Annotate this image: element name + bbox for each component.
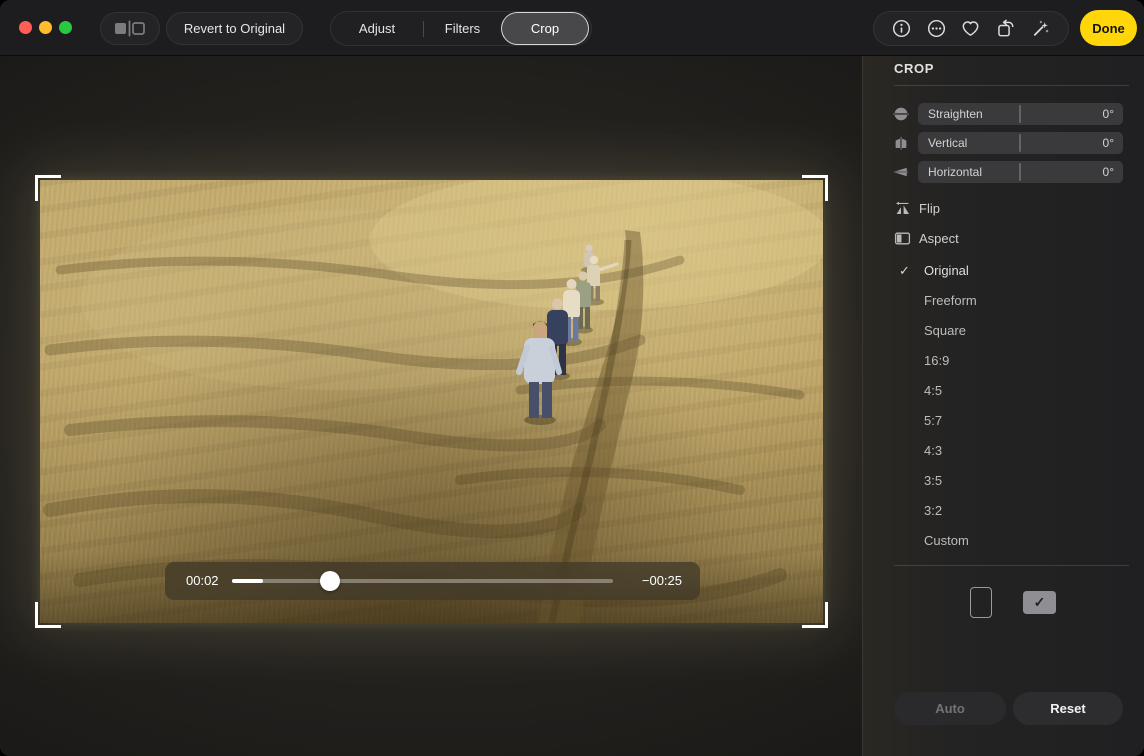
aspect-option-label: 5:7 bbox=[924, 413, 942, 428]
toolbar bbox=[873, 11, 1069, 46]
crop-handle-top-right[interactable] bbox=[802, 175, 828, 201]
aspect-option-label: 16:9 bbox=[924, 353, 949, 368]
crop-handle-bottom-left[interactable] bbox=[35, 602, 61, 628]
orientation-landscape-button[interactable]: ✓ bbox=[1023, 591, 1056, 614]
crop-handle-bottom-right[interactable] bbox=[802, 602, 828, 628]
done-button[interactable]: Done bbox=[1080, 10, 1137, 46]
video-scrubber: 00:02 −00:25 bbox=[165, 562, 700, 600]
scrubber-knob[interactable] bbox=[320, 571, 340, 591]
vertical-slider[interactable]: Vertical 0° bbox=[918, 132, 1123, 154]
straighten-row: Straighten 0° bbox=[863, 103, 1144, 125]
aspect-option-square[interactable]: Square bbox=[863, 321, 1144, 341]
favorite-heart-button[interactable] bbox=[960, 18, 982, 40]
aspect-option-label: Freeform bbox=[924, 293, 977, 308]
close-window-button[interactable] bbox=[19, 21, 32, 34]
edit-mode-segmented-control: Adjust Filters Crop bbox=[330, 11, 592, 46]
tab-adjust[interactable]: Adjust bbox=[331, 12, 423, 45]
aspect-option-5-7[interactable]: 5:7 bbox=[863, 411, 1144, 431]
aspect-option-label: 3:5 bbox=[924, 473, 942, 488]
horizontal-value: 0° bbox=[1103, 165, 1114, 179]
crop-panel-title: CROP bbox=[894, 61, 934, 76]
more-options-button[interactable] bbox=[925, 18, 947, 40]
scrubber-track[interactable] bbox=[232, 579, 613, 583]
aspect-icon bbox=[894, 230, 911, 247]
divider bbox=[894, 85, 1129, 86]
aspect-option-label: 3:2 bbox=[924, 503, 942, 518]
info-button[interactable] bbox=[890, 18, 912, 40]
horizontal-row: Horizontal 0° bbox=[863, 161, 1144, 183]
crop-area: 00:02 −00:25 bbox=[40, 180, 823, 623]
aspect-option-custom[interactable]: Custom bbox=[863, 531, 1144, 551]
rotate-button[interactable] bbox=[995, 18, 1017, 40]
revert-to-original-button[interactable]: Revert to Original bbox=[166, 12, 303, 45]
flip-icon bbox=[894, 200, 911, 217]
aspect-label: Aspect bbox=[919, 231, 959, 246]
video-frame-illustration bbox=[40, 180, 823, 623]
reset-button[interactable]: Reset bbox=[1013, 692, 1123, 725]
divider bbox=[894, 565, 1129, 566]
tab-filters[interactable]: Filters bbox=[424, 12, 501, 45]
titlebar: Revert to Original Adjust Filters Crop bbox=[0, 0, 1144, 56]
auto-button[interactable]: Auto bbox=[894, 692, 1006, 725]
orientation-portrait-button[interactable] bbox=[970, 587, 992, 618]
checkmark-icon: ✓ bbox=[899, 263, 910, 279]
slider-tick bbox=[1019, 105, 1021, 123]
aspect-option-3-5[interactable]: 3:5 bbox=[863, 471, 1144, 491]
aspect-option-3-2[interactable]: 3:2 bbox=[863, 501, 1144, 521]
crop-sidebar: CROP Straighten 0° bbox=[862, 56, 1144, 756]
flip-label: Flip bbox=[919, 201, 940, 216]
vertical-value: 0° bbox=[1103, 136, 1114, 150]
vertical-label: Vertical bbox=[928, 136, 967, 150]
elapsed-time: 00:02 bbox=[186, 573, 219, 588]
compare-icon bbox=[112, 20, 148, 37]
tab-crop[interactable]: Crop bbox=[501, 12, 589, 45]
compare-before-after-button[interactable] bbox=[100, 12, 160, 45]
crop-handle-top-left[interactable] bbox=[35, 175, 61, 201]
horizontal-slider[interactable]: Horizontal 0° bbox=[918, 161, 1123, 183]
aspect-option-original[interactable]: ✓ Original bbox=[863, 261, 1144, 281]
remaining-time: −00:25 bbox=[642, 573, 682, 588]
aspect-option-label: Square bbox=[924, 323, 966, 338]
aspect-option-label: Custom bbox=[924, 533, 969, 548]
auto-enhance-icon[interactable] bbox=[1030, 18, 1052, 40]
aspect-option-label: Original bbox=[924, 263, 969, 278]
vertical-perspective-icon bbox=[893, 135, 909, 151]
photos-edit-window: Revert to Original Adjust Filters Crop bbox=[0, 0, 1144, 756]
aspect-option-freeform[interactable]: Freeform bbox=[863, 291, 1144, 311]
zoom-window-button[interactable] bbox=[59, 21, 72, 34]
vertical-row: Vertical 0° bbox=[863, 132, 1144, 154]
aspect-option-4-5[interactable]: 4:5 bbox=[863, 381, 1144, 401]
edit-canvas: 00:02 −00:25 bbox=[0, 56, 862, 756]
aspect-option-16-9[interactable]: 16:9 bbox=[863, 351, 1144, 371]
slider-tick bbox=[1019, 134, 1021, 152]
scrubber-played bbox=[232, 579, 263, 583]
horizontal-label: Horizontal bbox=[928, 165, 982, 179]
straighten-label: Straighten bbox=[928, 107, 983, 121]
minimize-window-button[interactable] bbox=[39, 21, 52, 34]
aspect-option-label: 4:5 bbox=[924, 383, 942, 398]
straighten-slider[interactable]: Straighten 0° bbox=[918, 103, 1123, 125]
straighten-icon bbox=[893, 106, 909, 122]
video-frame: 00:02 −00:25 bbox=[40, 180, 823, 623]
straighten-value: 0° bbox=[1103, 107, 1114, 121]
aspect-option-4-3[interactable]: 4:3 bbox=[863, 441, 1144, 461]
slider-tick bbox=[1019, 163, 1021, 181]
horizontal-perspective-icon bbox=[893, 164, 909, 180]
aspect-option-label: 4:3 bbox=[924, 443, 942, 458]
